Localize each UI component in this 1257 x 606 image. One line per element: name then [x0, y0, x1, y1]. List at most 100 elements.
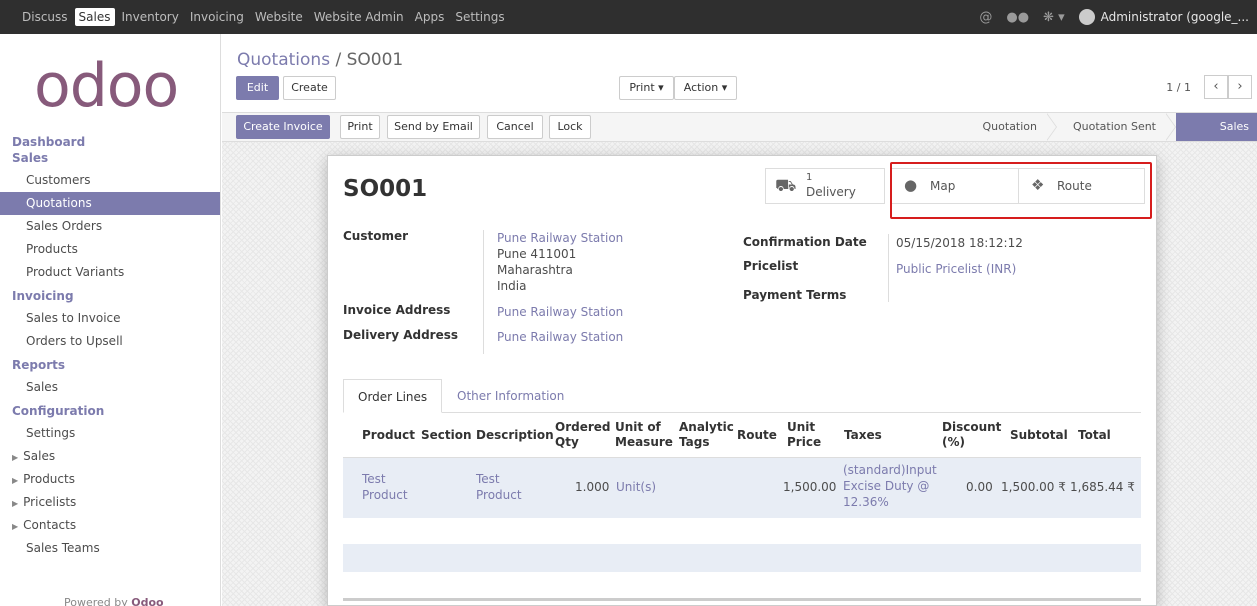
field-separator	[483, 230, 484, 354]
col-total[interactable]: Total	[1078, 428, 1111, 443]
col-analytic-tags[interactable]: Analytic Tags	[679, 420, 739, 450]
caret-down-icon: ▾	[721, 81, 728, 94]
sidebar-item-label: Contacts	[23, 518, 77, 532]
cell-discount: 0.00	[966, 480, 993, 494]
customer-address-line: Maharashtra	[497, 263, 573, 277]
sidebar-item-label: Sales	[23, 449, 56, 463]
pager-previous-button[interactable]: ‹	[1204, 75, 1228, 99]
create-button[interactable]: Create	[283, 76, 336, 100]
sidebar-item-customers[interactable]: Customers	[0, 169, 220, 192]
invoice-address-link[interactable]: Pune Railway Station	[497, 304, 623, 320]
menu-apps[interactable]: Apps	[411, 8, 449, 26]
sidebar-item-reports-sales[interactable]: Sales	[0, 376, 220, 399]
powered-by: Powered by Odoo	[64, 596, 164, 606]
sidebar-item-sales-teams[interactable]: Sales Teams	[0, 537, 220, 560]
bug-icon[interactable]: ❋ ▾	[1043, 10, 1065, 25]
menu-discuss[interactable]: Discuss	[18, 8, 72, 26]
sidebar-item-config-contacts[interactable]: ▶ Contacts	[0, 514, 220, 537]
col-taxes[interactable]: Taxes	[844, 428, 882, 443]
status-bar: Create Invoice Print Send by Email Cance…	[222, 112, 1257, 161]
sidebar-item-product-variants[interactable]: Product Variants	[0, 261, 220, 284]
sidebar-item-label: Pricelists	[23, 495, 77, 509]
menu-sales[interactable]: Sales	[74, 8, 115, 26]
sidebar-item-orders-to-upsell[interactable]: Orders to Upsell	[0, 330, 220, 353]
sidebar-item-sales-to-invoice[interactable]: Sales to Invoice	[0, 307, 220, 330]
table-header: Product Section Description Ordered Qty …	[343, 412, 1141, 458]
cell-unit-price: 1,500.00	[783, 480, 837, 494]
status-quotation-sent[interactable]: Quotation Sent	[1058, 113, 1166, 141]
edit-button[interactable]: Edit	[236, 76, 279, 100]
tab-order-lines[interactable]: Order Lines	[343, 379, 443, 413]
action-dropdown[interactable]: Action ▾	[674, 76, 737, 100]
caret-right-icon: ▶	[12, 522, 19, 531]
menu-inventory[interactable]: Inventory	[118, 8, 183, 26]
sidebar-section-sales[interactable]: Sales	[0, 150, 220, 166]
sidebar-section-reports[interactable]: Reports	[0, 357, 220, 373]
col-subtotal[interactable]: Subtotal	[1010, 428, 1068, 443]
cell-taxes[interactable]: (standard)Input Excise Duty @ 12.36%	[843, 462, 939, 510]
menu-website-admin[interactable]: Website Admin	[310, 8, 408, 26]
col-discount[interactable]: Discount (%)	[942, 420, 1004, 450]
sidebar-item-config-sales[interactable]: ▶ Sales	[0, 445, 220, 468]
cell-product[interactable]: Test Product	[362, 471, 414, 503]
breadcrumb-current: SO001	[346, 50, 404, 70]
delivery-count: 1	[806, 172, 813, 183]
cell-unit-of-measure[interactable]: Unit(s)	[616, 479, 656, 495]
confirmation-date-value: 05/15/2018 18:12:12	[896, 236, 1023, 250]
status-arrow-inner	[1165, 113, 1175, 141]
sidebar-item-config-pricelists[interactable]: ▶ Pricelists	[0, 491, 220, 514]
sidebar-item-products[interactable]: Products	[0, 238, 220, 261]
cell-total: 1,685.44 ₹	[1070, 480, 1135, 494]
status-sales-order[interactable]: Sales Order	[1176, 113, 1257, 161]
col-ordered-qty[interactable]: Ordered Qty	[555, 420, 611, 450]
user-menu[interactable]: Administrator (google_...	[1078, 9, 1249, 25]
menu-invoicing[interactable]: Invoicing	[186, 8, 248, 26]
sidebar-item-config-products[interactable]: ▶ Products	[0, 468, 220, 491]
menu-settings[interactable]: Settings	[451, 8, 508, 26]
col-unit-price[interactable]: Unit Price	[787, 420, 823, 450]
customer-link[interactable]: Pune Railway Station	[497, 230, 623, 246]
powered-prefix: Powered by	[64, 596, 128, 606]
table-row[interactable]: Test Product Test Product 1.000 Unit(s) …	[343, 458, 1141, 518]
sidebar-dashboard[interactable]: Dashboard	[0, 134, 220, 150]
sidebar-section-invoicing[interactable]: Invoicing	[0, 288, 220, 304]
cancel-button[interactable]: Cancel	[487, 115, 543, 139]
sidebar-item-sales-orders[interactable]: Sales Orders	[0, 215, 220, 238]
sidebar: odoo Dashboard Sales Customers Quotation…	[0, 34, 221, 606]
chat-icon[interactable]: ●●	[1006, 10, 1029, 25]
powered-brand[interactable]: Odoo	[131, 596, 163, 606]
print-dropdown[interactable]: Print ▾	[619, 76, 674, 100]
truck-icon: ⛟	[775, 176, 797, 196]
sidebar-item-quotations[interactable]: Quotations	[0, 192, 220, 215]
breadcrumb-separator: /	[330, 50, 347, 70]
at-icon[interactable]: @	[979, 10, 992, 25]
record-title: SO001	[343, 176, 428, 202]
print-button[interactable]: Print	[340, 115, 380, 139]
status-arrow-inner	[1046, 113, 1056, 141]
pager-value[interactable]: 1 / 1	[1166, 81, 1191, 94]
pager-next-button[interactable]: ›	[1228, 75, 1252, 99]
confirmation-date-label: Confirmation Date	[743, 235, 867, 249]
odoo-logo[interactable]: odoo	[34, 56, 179, 116]
create-invoice-button[interactable]: Create Invoice	[236, 115, 330, 139]
sidebar-section-configuration[interactable]: Configuration	[0, 403, 220, 419]
pricelist-link[interactable]: Public Pricelist (INR)	[896, 261, 1016, 277]
sidebar-item-settings[interactable]: Settings	[0, 422, 220, 445]
lock-button[interactable]: Lock	[549, 115, 591, 139]
status-quotation[interactable]: Quotation	[967, 113, 1047, 141]
table-row-empty[interactable]	[343, 544, 1141, 572]
col-unit-of-measure[interactable]: Unit of Measure	[615, 420, 677, 450]
send-by-email-button[interactable]: Send by Email	[387, 115, 480, 139]
col-route[interactable]: Route	[737, 428, 777, 443]
col-product[interactable]: Product	[362, 428, 415, 443]
pricelist-label: Pricelist	[743, 259, 799, 273]
breadcrumb-quotations[interactable]: Quotations	[237, 50, 330, 70]
cell-description[interactable]: Test Product	[476, 471, 528, 503]
delivery-address-link[interactable]: Pune Railway Station	[497, 329, 623, 345]
col-description[interactable]: Description	[476, 428, 554, 443]
col-section[interactable]: Section	[421, 428, 472, 443]
delivery-smart-button[interactable]: ⛟ 1 Delivery	[765, 168, 885, 204]
menu-website[interactable]: Website	[251, 8, 307, 26]
tab-other-information[interactable]: Other Information	[443, 379, 578, 413]
cell-ordered-qty: 1.000	[575, 480, 610, 494]
